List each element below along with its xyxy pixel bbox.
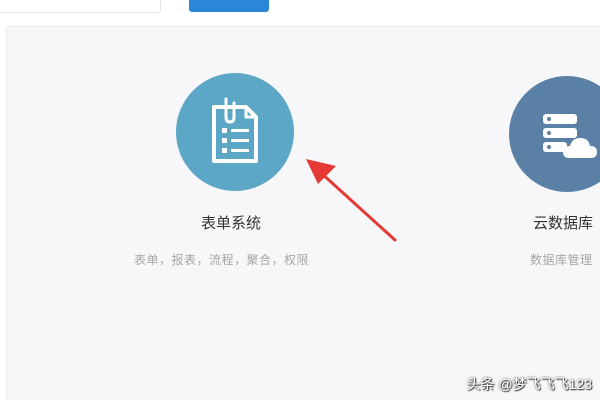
cloud-database-icon[interactable] — [509, 76, 600, 192]
annotation-arrow — [306, 159, 397, 242]
card-title[interactable]: 表单系统 — [201, 212, 261, 233]
card-description: 数据库管理 — [530, 253, 593, 267]
search-input[interactable] — [0, 0, 161, 13]
top-toolbar — [0, 0, 600, 27]
cloud-database-glyph — [543, 114, 597, 158]
form-document-glyph — [212, 97, 258, 163]
left-panel-edge — [0, 26, 7, 400]
watermark-text: 头条 @梦飞飞飞123 — [466, 376, 592, 392]
primary-button[interactable] — [189, 0, 269, 12]
form-document-icon[interactable] — [176, 73, 294, 191]
card-description: 表单，报表，流程，聚合，权限 — [134, 253, 310, 267]
card-title[interactable]: 云数据库 — [533, 212, 593, 233]
